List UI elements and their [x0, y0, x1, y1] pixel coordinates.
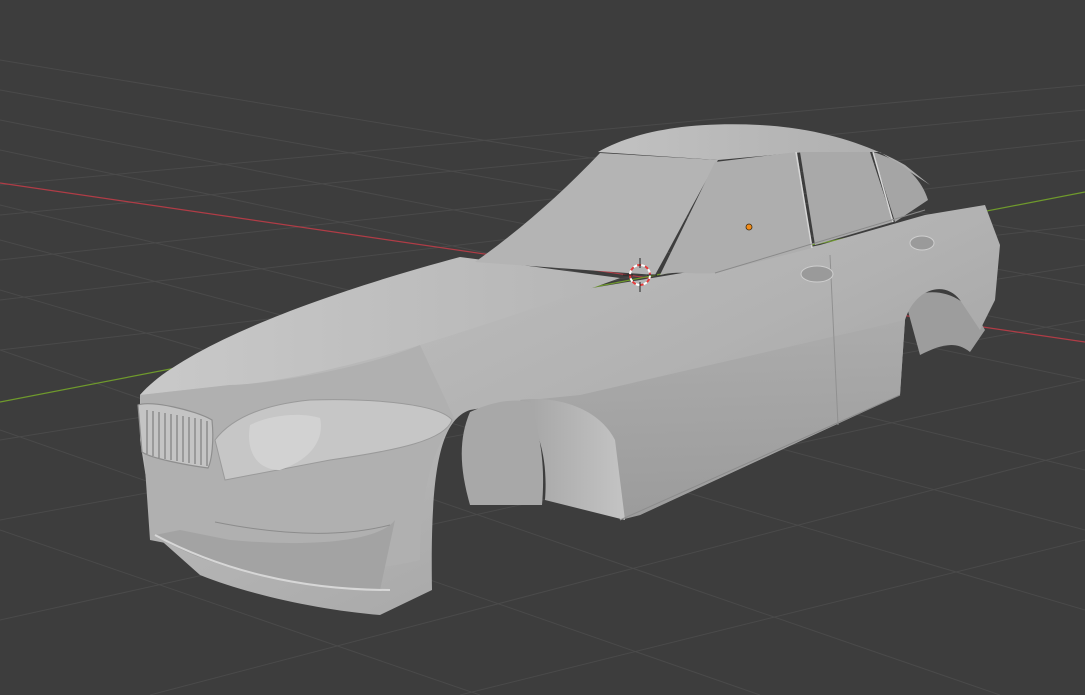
- 3d-viewport[interactable]: [0, 0, 1085, 695]
- viewport-canvas[interactable]: [0, 0, 1085, 695]
- car-body-mesh[interactable]: [137, 124, 1000, 615]
- object-origin-dot-icon[interactable]: [745, 223, 753, 231]
